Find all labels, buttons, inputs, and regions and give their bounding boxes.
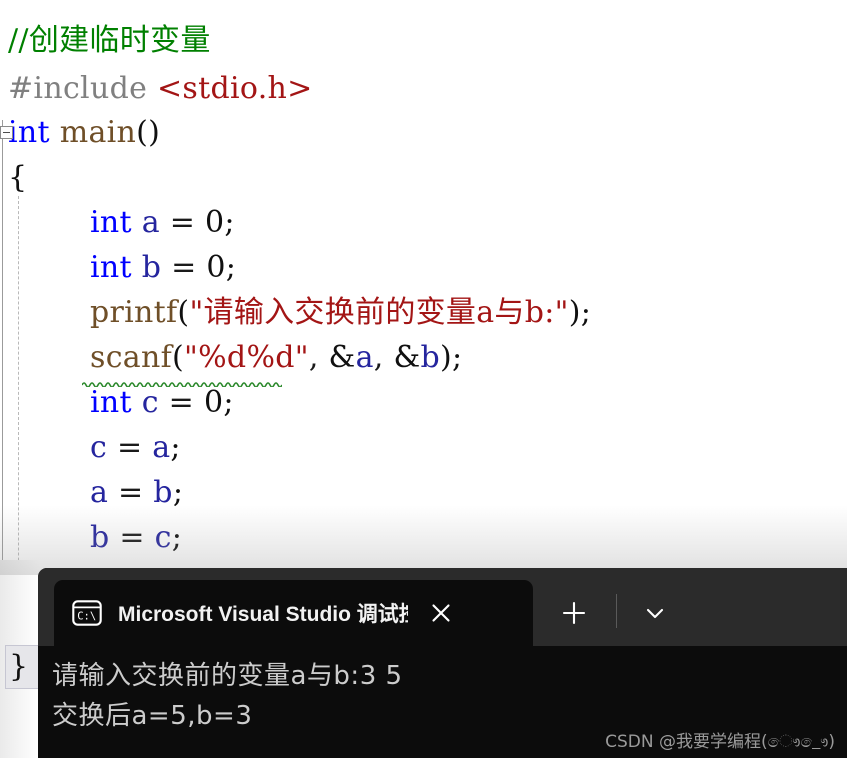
code-token: = — [159, 205, 206, 240]
code-token: c — [154, 520, 172, 555]
code-token: ); — [568, 295, 592, 330]
console-terminal-icon: C:\ — [72, 600, 102, 626]
code-line[interactable]: int b = 0; — [90, 245, 236, 290]
code-token: , — [373, 340, 394, 375]
screenshot-root: //创建临时变量 #include <stdio.h> int main(){int… — [0, 0, 847, 758]
code-token: <stdio.h> — [156, 71, 313, 106]
code-token: int — [90, 385, 132, 420]
plus-icon-svg — [562, 601, 586, 625]
code-line[interactable]: b = c; — [90, 515, 182, 560]
code-token: & — [328, 340, 356, 375]
code-token: b — [420, 340, 440, 375]
chevron-down-icon[interactable] — [638, 596, 672, 630]
code-token: int — [90, 250, 132, 285]
code-token: , — [308, 340, 329, 375]
code-token: a — [141, 205, 160, 240]
code-token: ; — [172, 475, 184, 510]
code-token: = — [158, 385, 204, 420]
code-token: c — [141, 385, 159, 420]
code-token: = — [161, 250, 207, 285]
code-token: a — [152, 430, 171, 465]
code-token: scanf — [90, 340, 173, 375]
code-token: c — [90, 430, 108, 465]
code-token: int — [90, 205, 132, 240]
code-token: () — [136, 115, 161, 150]
csdn-watermark: CSDN @我要学编程(ෞ_ෞ) — [605, 732, 835, 752]
code-token: ; — [171, 520, 183, 555]
code-token: ; — [170, 430, 181, 465]
code-token: #include — [8, 71, 157, 106]
code-token: ( — [177, 295, 190, 330]
svg-text:C:\: C:\ — [77, 611, 96, 623]
code-token: //创建临时变量 — [8, 23, 211, 58]
code-token: 0; — [205, 205, 235, 240]
console-tab-active[interactable]: C:\ Microsoft Visual Studio 调试控 — [54, 580, 533, 646]
code-line[interactable]: c = a; — [90, 425, 181, 470]
code-fold-collapse-icon[interactable] — [0, 126, 13, 139]
code-token: 0; — [203, 385, 234, 420]
titlebar-divider — [616, 594, 617, 628]
code-token: "请输入交换前的变量a与b:" — [189, 295, 569, 330]
code-token: int — [8, 115, 50, 150]
code-token: main — [59, 115, 137, 150]
code-token: printf — [90, 295, 178, 330]
code-line[interactable]: #include <stdio.h> — [8, 66, 313, 111]
new-tab-plus-icon[interactable] — [556, 595, 592, 631]
closing-brace-glyph: } — [9, 649, 29, 684]
code-token: a — [355, 340, 374, 375]
error-squiggle-underline — [81, 372, 283, 388]
code-token: = — [109, 520, 155, 555]
code-token: ); — [439, 340, 463, 375]
code-line[interactable]: { — [8, 155, 27, 200]
code-line[interactable]: int a = 0; — [90, 200, 235, 245]
close-icon[interactable] — [424, 596, 458, 630]
code-line[interactable]: //创建临时变量 — [8, 18, 211, 63]
code-token: { — [8, 160, 28, 195]
code-line[interactable]: printf("请输入交换前的变量a与b:"); — [90, 290, 591, 335]
code-token: b — [90, 520, 110, 555]
console-titlebar[interactable]: C:\ Microsoft Visual Studio 调试控 — [38, 568, 847, 646]
code-token: 0; — [206, 250, 237, 285]
squiggle-svg — [81, 382, 283, 388]
code-token: ( — [172, 340, 185, 375]
console-output-line: 请输入交换前的变量a与b:3 5 — [52, 661, 403, 691]
console-tab-title: Microsoft Visual Studio 调试控 — [118, 603, 408, 626]
chevron-down-icon-svg — [646, 608, 664, 619]
code-line[interactable]: int main() — [8, 110, 160, 155]
code-token: b — [153, 475, 173, 510]
code-line[interactable]: a = b; — [90, 470, 183, 515]
terminal-icon-svg: C:\ — [72, 600, 102, 626]
code-token: b — [141, 250, 162, 285]
code-token: & — [393, 340, 421, 375]
code-token: = — [107, 430, 153, 465]
close-icon-svg — [432, 604, 450, 622]
code-token: "%d%d" — [184, 340, 309, 375]
code-token: = — [108, 475, 154, 510]
code-token: a — [90, 475, 109, 510]
